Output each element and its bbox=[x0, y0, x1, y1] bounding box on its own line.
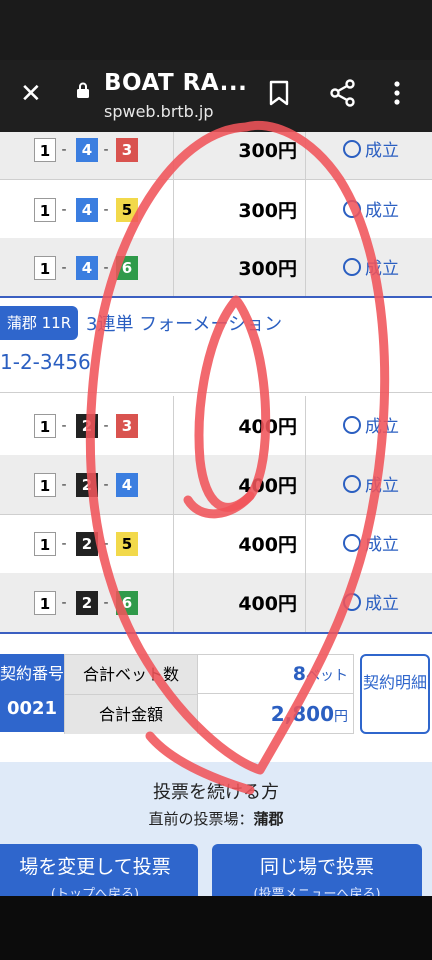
bet-count-value: 8ベット bbox=[198, 655, 354, 694]
page-url[interactable]: spweb.brtb.jp bbox=[104, 102, 214, 121]
status-badge: 成立 bbox=[343, 254, 399, 279]
circle-icon bbox=[343, 475, 361, 493]
circle-icon bbox=[343, 200, 361, 218]
boat-number-3: 6 bbox=[116, 256, 138, 280]
table-row: 1 - 4 - 6 300円 成立 bbox=[0, 238, 432, 298]
boat-number-2: 4 bbox=[76, 198, 98, 222]
boat-number-3: 3 bbox=[116, 138, 138, 162]
table-row: 1 - 2 - 6 400円 成立 bbox=[0, 573, 432, 634]
row-amount: 400円 bbox=[238, 534, 297, 556]
contract-number-box: 契約番号 0021 bbox=[0, 654, 64, 732]
boat-number-2: 2 bbox=[76, 591, 98, 615]
share-icon[interactable] bbox=[330, 79, 356, 107]
table-row: 1 - 4 - 3 300円 成立 bbox=[0, 132, 432, 180]
total-amount-value: 2,800円 bbox=[270, 702, 348, 726]
same-venue-button[interactable]: 同じ場で投票 (投票メニューへ戻る) bbox=[212, 844, 422, 896]
row-amount: 300円 bbox=[238, 140, 297, 162]
more-icon[interactable] bbox=[392, 80, 402, 106]
status-badge: 成立 bbox=[343, 589, 399, 614]
status-badge: 成立 bbox=[343, 412, 399, 437]
boat-number-1: 1 bbox=[34, 414, 56, 438]
bet-type: 3連単 フォーメーション bbox=[86, 314, 283, 335]
boat-number-1: 1 bbox=[34, 473, 56, 497]
venue-badge: 蒲郡 11R bbox=[0, 306, 78, 340]
table-row: 1 - 4 - 5 300円 成立 bbox=[0, 180, 432, 240]
boat-number-1: 1 bbox=[34, 198, 56, 222]
status-badge: 成立 bbox=[343, 136, 399, 161]
change-venue-button[interactable]: 場を変更して投票 (トップへ戻る) bbox=[0, 844, 198, 896]
close-icon[interactable]: ✕ bbox=[20, 80, 42, 108]
table-row: 1 - 2 - 5 400円 成立 bbox=[0, 514, 432, 574]
total-label: 合計金額 bbox=[65, 695, 198, 734]
row-amount: 300円 bbox=[238, 200, 297, 222]
boat-number-2: 2 bbox=[76, 473, 98, 497]
continue-heading: 投票を続ける方 bbox=[153, 782, 279, 803]
status-badge: 成立 bbox=[343, 471, 399, 496]
boat-number-2: 4 bbox=[76, 256, 98, 280]
bet-combination: 1-2-3456 bbox=[0, 350, 91, 374]
boat-number-3: 5 bbox=[116, 198, 138, 222]
continue-voting-panel: 投票を続ける方 直前の投票場：蒲郡 場を変更して投票 (トップへ戻る) 同じ場で… bbox=[0, 762, 432, 896]
browser-toolbar: ✕ BOAT RA... spweb.brtb.jp bbox=[0, 60, 432, 132]
contract-number: 0021 bbox=[6, 698, 58, 719]
boat-number-1: 1 bbox=[34, 138, 56, 162]
row-amount: 400円 bbox=[238, 475, 297, 497]
status-badge: 成立 bbox=[343, 530, 399, 555]
bookmark-icon[interactable] bbox=[268, 80, 290, 106]
boat-number-1: 1 bbox=[34, 532, 56, 556]
summary-grid: 合計ベット数 8ベット 合計金額 2,800円 bbox=[64, 654, 354, 734]
boat-number-2: 2 bbox=[76, 414, 98, 438]
boat-number-2: 4 bbox=[76, 138, 98, 162]
boat-number-3: 3 bbox=[116, 414, 138, 438]
contract-detail-button[interactable]: 契約明細 bbox=[360, 654, 430, 734]
circle-icon bbox=[343, 534, 361, 552]
table-row: 1 - 2 - 4 400円 成立 bbox=[0, 455, 432, 515]
status-bar bbox=[0, 0, 432, 60]
boat-number-3: 5 bbox=[116, 532, 138, 556]
row-amount: 400円 bbox=[238, 416, 297, 438]
page-title: BOAT RA... bbox=[104, 70, 248, 96]
circle-icon bbox=[343, 593, 361, 611]
boat-number-2: 2 bbox=[76, 532, 98, 556]
circle-icon bbox=[343, 140, 361, 158]
row-amount: 400円 bbox=[238, 593, 297, 615]
table-row: 1 - 2 - 3 400円 成立 bbox=[0, 396, 432, 456]
bet-summary: 契約番号 0021 合計ベット数 8ベット 合計金額 2,800円 契約明細 bbox=[0, 650, 432, 738]
circle-icon bbox=[343, 416, 361, 434]
betting-result-page: 1 - 4 - 3 300円 成立 1 - 4 - 5 300円 成立 1 - … bbox=[0, 132, 432, 896]
bet-count-label: 合計ベット数 bbox=[65, 655, 198, 695]
last-venue-line: 直前の投票場：蒲郡 bbox=[148, 810, 284, 828]
navigation-bar bbox=[0, 896, 432, 960]
boat-number-1: 1 bbox=[34, 256, 56, 280]
boat-number-3: 6 bbox=[116, 591, 138, 615]
lock-icon bbox=[77, 82, 89, 98]
row-amount: 300円 bbox=[238, 258, 297, 280]
bet-group-header: 蒲郡 11R 3連単 フォーメーション 1-2-3456 bbox=[0, 296, 432, 393]
contract-label: 契約番号 bbox=[0, 664, 65, 683]
boat-number-3: 4 bbox=[116, 473, 138, 497]
boat-number-1: 1 bbox=[34, 591, 56, 615]
circle-icon bbox=[343, 258, 361, 276]
status-badge: 成立 bbox=[343, 196, 399, 221]
